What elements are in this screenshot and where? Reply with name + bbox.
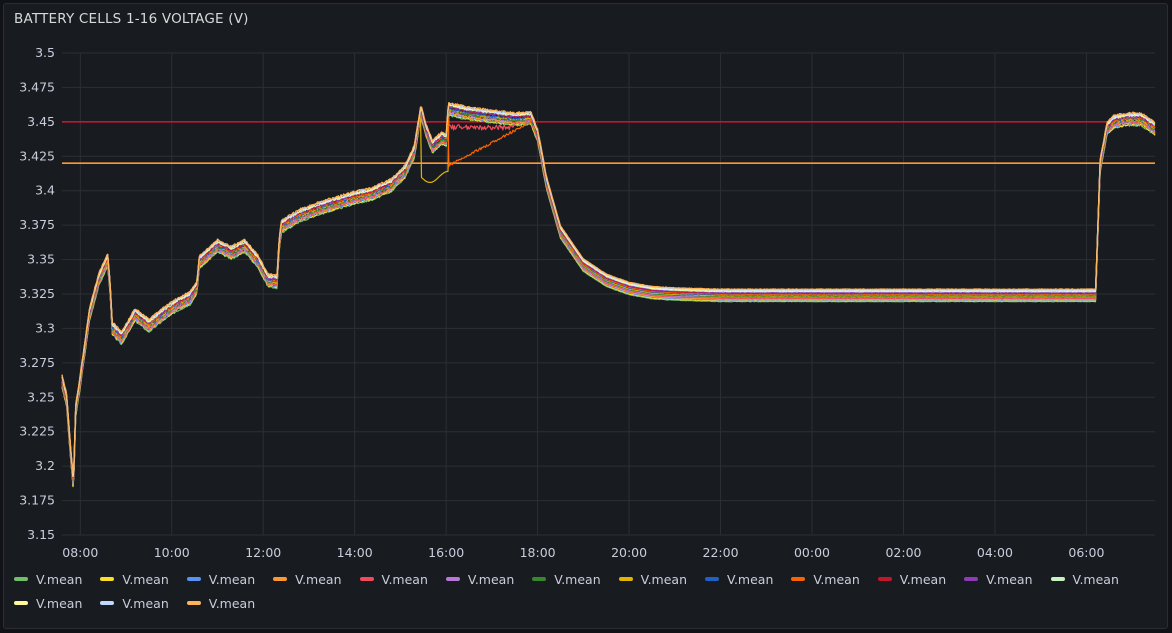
y-tick-label: 3.275 xyxy=(19,355,55,370)
x-tick-label: 02:00 xyxy=(885,545,921,560)
x-tick-label: 22:00 xyxy=(703,545,739,560)
legend-item[interactable]: V.mean xyxy=(359,567,428,591)
legend-label: V.mean xyxy=(899,571,947,587)
x-tick-label: 06:00 xyxy=(1068,545,1104,560)
legend-label: V.mean xyxy=(122,595,169,611)
series-line xyxy=(61,102,1156,475)
x-tick-label: 08:00 xyxy=(62,545,98,560)
legend-swatch xyxy=(1050,577,1065,581)
legend-label: V.mean xyxy=(381,571,428,587)
legend-item[interactable]: V.mean xyxy=(14,567,82,591)
legend-swatch xyxy=(14,577,28,581)
y-axis: 3.15 3.175 3.2 3.225 3.25 3.275 3.3 3.325 3.35 3.… xyxy=(19,45,55,542)
legend-item[interactable]: V.mean xyxy=(186,591,256,615)
series-lines xyxy=(61,102,1156,488)
legend-swatch xyxy=(100,577,115,581)
y-tick-label: 3.35 xyxy=(27,252,55,267)
chart-plot: 3.15 3.175 3.2 3.225 3.25 3.275 3.3 3.325 3.35 3.… xyxy=(19,45,1156,560)
legend-item[interactable]: V.mean xyxy=(705,567,773,591)
series-line xyxy=(61,102,1156,475)
legend-item[interactable]: V.mean xyxy=(273,567,342,591)
legend-swatch xyxy=(877,577,892,581)
y-tick-label: 3.175 xyxy=(19,493,55,508)
y-tick-label: 3.15 xyxy=(27,527,55,542)
y-tick-label: 3.2 xyxy=(35,458,55,473)
y-tick-label: 3.375 xyxy=(19,217,55,232)
legend-swatch xyxy=(186,577,201,581)
legend-item[interactable]: V.mean xyxy=(877,567,947,591)
legend-label: V.mean xyxy=(208,595,256,611)
x-tick-label: 14:00 xyxy=(337,545,373,560)
legend-label: V.mean xyxy=(813,571,860,587)
x-tick-label: 12:00 xyxy=(245,545,281,560)
x-tick-label: 10:00 xyxy=(154,545,190,560)
legend-label: V.mean xyxy=(295,571,342,587)
legend-item[interactable]: V.mean xyxy=(100,591,169,615)
legend-item[interactable]: V.mean xyxy=(618,567,687,591)
legend-item[interactable]: V.mean xyxy=(445,567,515,591)
x-axis: 08:00 10:00 12:00 14:00 16:00 18:00 20:00 22:00… xyxy=(62,545,1104,560)
y-tick-label: 3.5 xyxy=(35,45,55,60)
legend-swatch xyxy=(186,601,201,605)
legend-swatch xyxy=(964,577,979,581)
y-tick-label: 3.25 xyxy=(27,389,55,404)
x-tick-label: 18:00 xyxy=(520,545,556,560)
legend-swatch xyxy=(618,577,633,581)
legend-label: V.mean xyxy=(986,571,1033,587)
y-tick-label: 3.225 xyxy=(19,424,55,439)
y-tick-label: 3.45 xyxy=(27,114,55,129)
legend-swatch xyxy=(532,577,547,581)
y-tick-label: 3.425 xyxy=(19,148,55,163)
legend-item[interactable]: V.mean xyxy=(186,567,256,591)
legend-swatch xyxy=(791,577,806,581)
legend-item[interactable]: V.mean xyxy=(532,567,601,591)
legend-swatch xyxy=(445,577,460,581)
legend-swatch xyxy=(100,601,115,605)
legend-label: V.mean xyxy=(1072,571,1119,587)
x-tick-label: 20:00 xyxy=(611,545,647,560)
legend: V.mean V.mean V.mean V.mean V.mean V.mean V.me… xyxy=(14,567,1144,615)
y-tick-label: 3.4 xyxy=(35,183,55,198)
y-tick-label: 3.325 xyxy=(19,286,55,301)
threshold-lines xyxy=(62,121,1155,164)
legend-label: V.mean xyxy=(122,571,169,587)
legend-item[interactable]: V.mean xyxy=(100,567,169,591)
legend-label: V.mean xyxy=(467,571,515,587)
legend-item[interactable]: V.mean xyxy=(1050,567,1119,591)
legend-swatch xyxy=(705,577,719,581)
legend-label: V.mean xyxy=(640,571,687,587)
legend-item[interactable]: V.mean xyxy=(14,591,82,615)
legend-label: V.mean xyxy=(554,571,601,587)
x-tick-label: 04:00 xyxy=(977,545,1013,560)
y-tick-label: 3.3 xyxy=(35,320,55,335)
x-tick-label: 16:00 xyxy=(428,545,464,560)
legend-label: V.mean xyxy=(208,571,256,587)
legend-swatch xyxy=(14,601,28,605)
y-tick-label: 3.475 xyxy=(19,79,55,94)
legend-item[interactable]: V.mean xyxy=(791,567,860,591)
x-tick-label: 00:00 xyxy=(794,545,830,560)
legend-label: V.mean xyxy=(727,571,774,587)
legend-swatch xyxy=(273,577,288,581)
legend-label: V.mean xyxy=(36,595,83,611)
legend-label: V.mean xyxy=(36,571,83,587)
legend-swatch xyxy=(359,577,374,581)
legend-item[interactable]: V.mean xyxy=(964,567,1033,591)
